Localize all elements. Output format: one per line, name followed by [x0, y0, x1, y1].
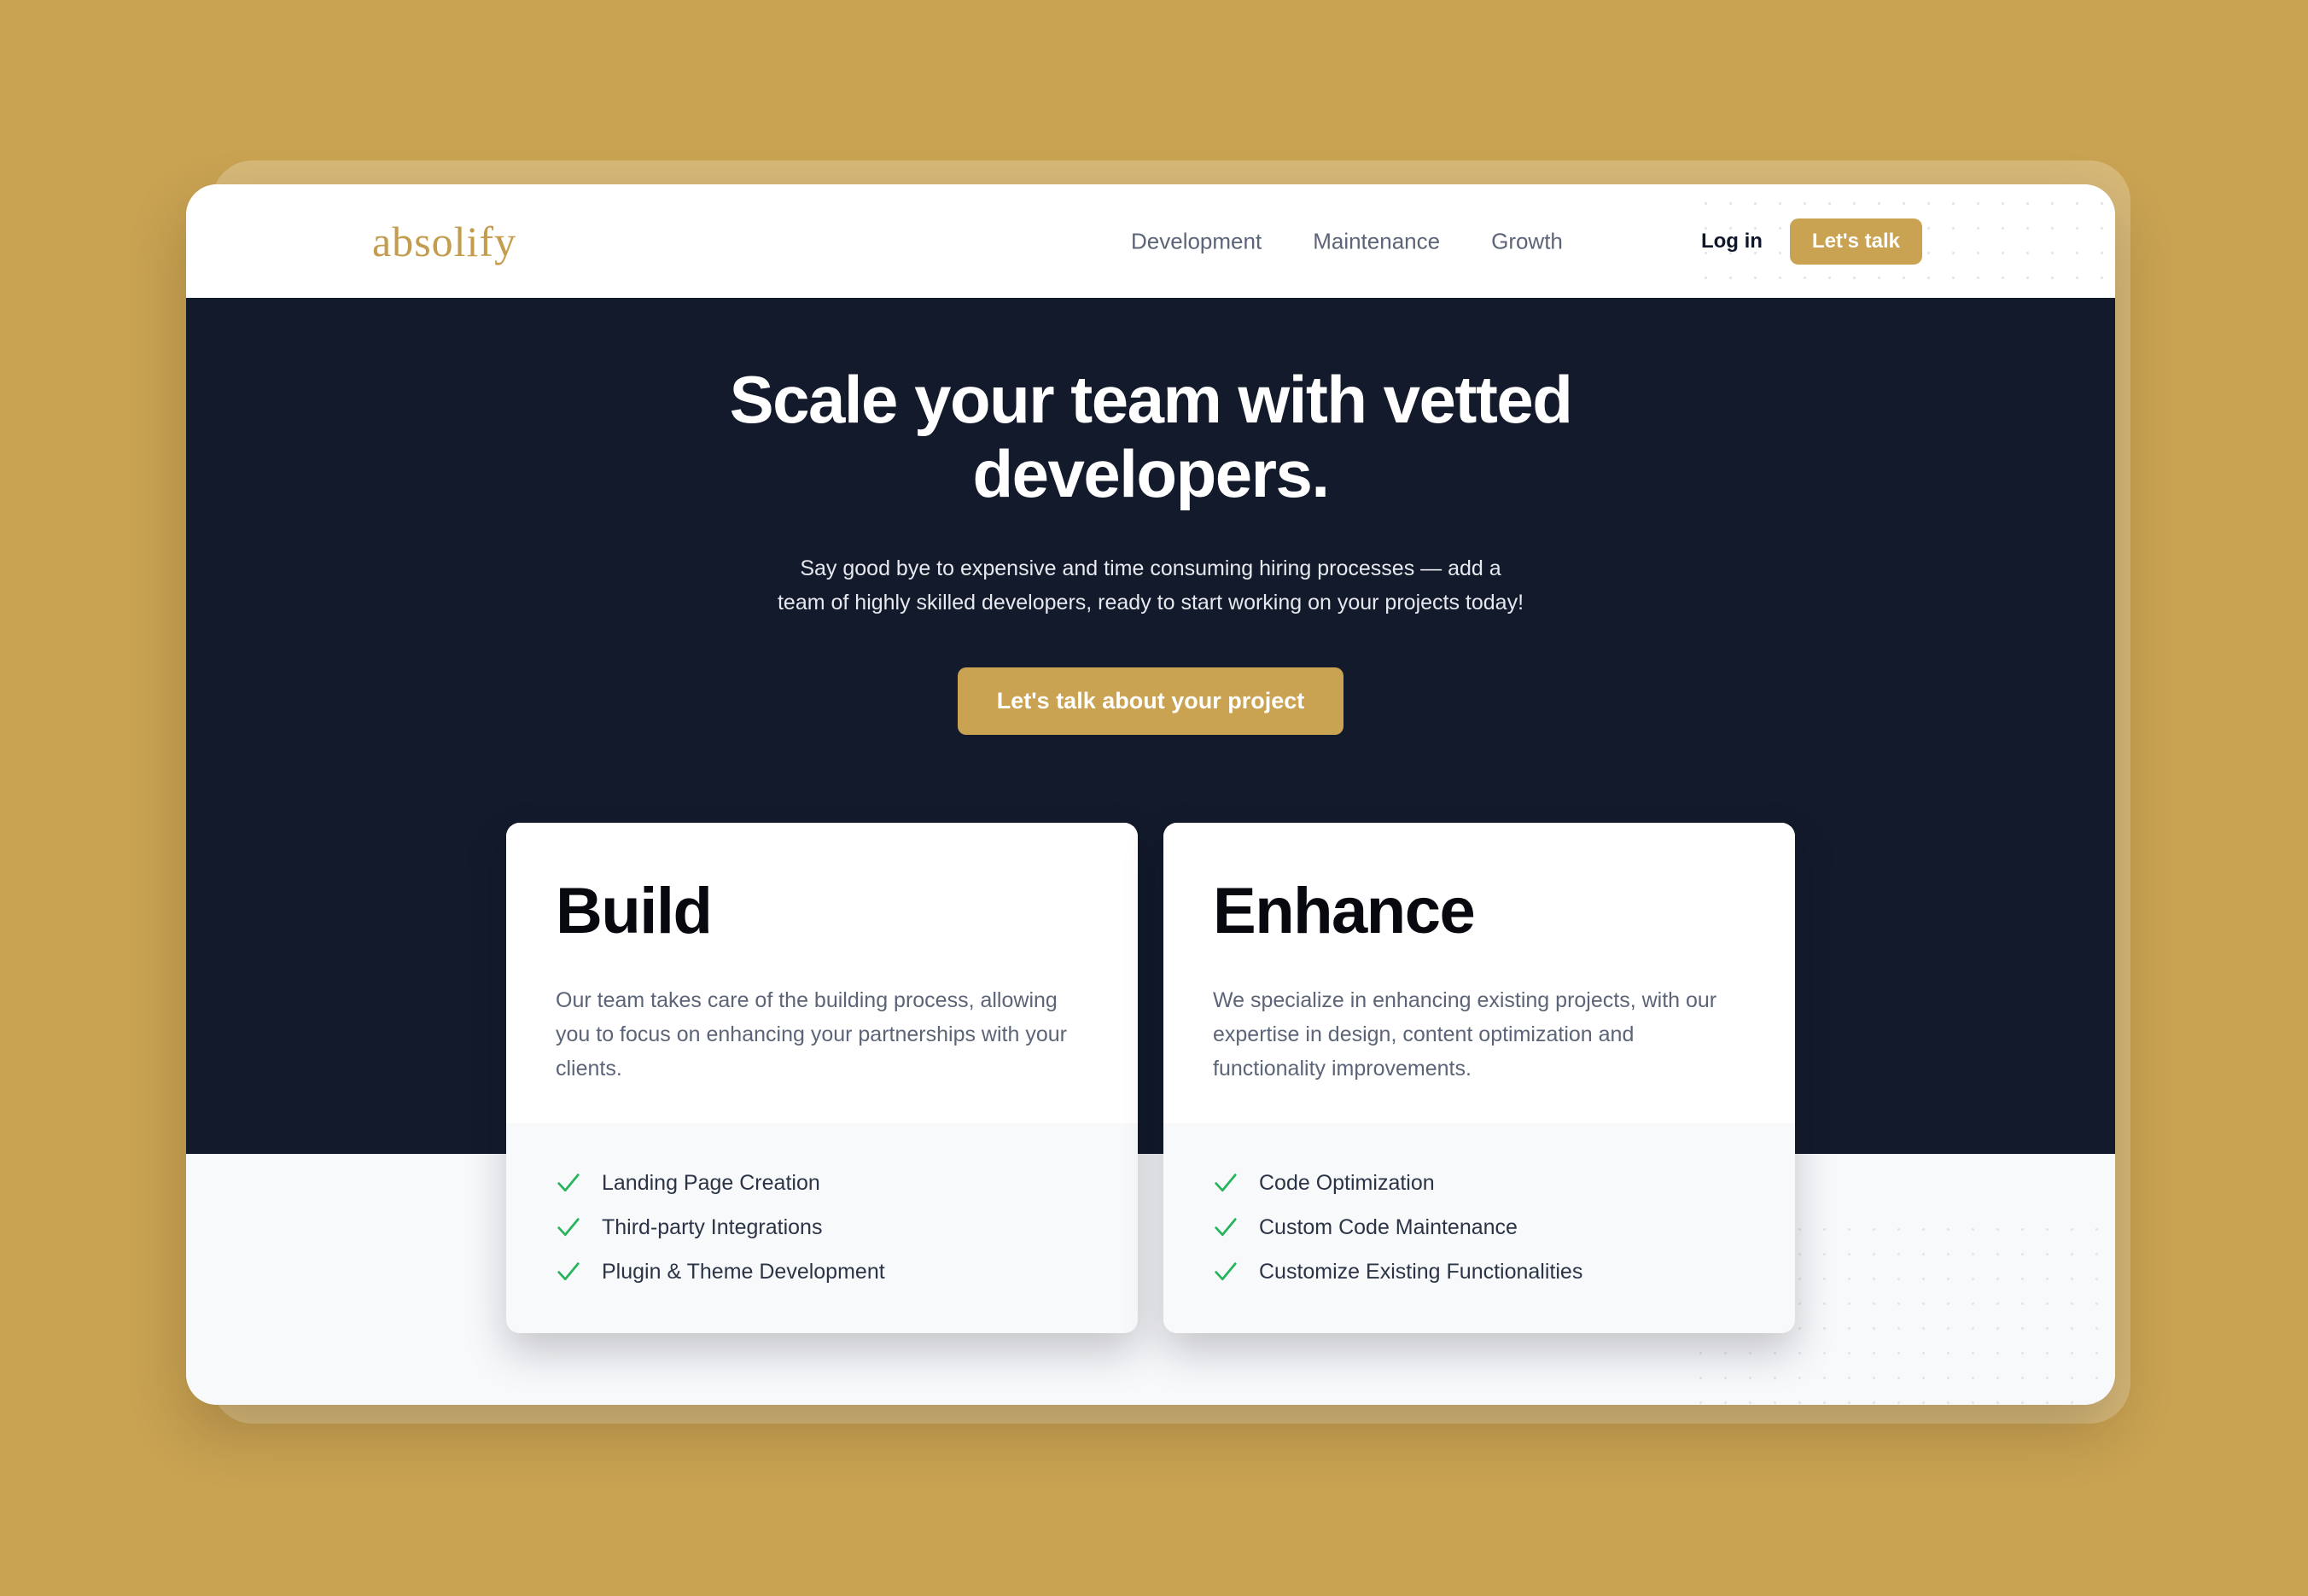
check-icon: [1215, 1218, 1237, 1237]
card-header: Enhance We specialize in enhancing exist…: [1163, 823, 1795, 1123]
site-header: absolify Development Maintenance Growth …: [186, 184, 2115, 298]
lets-talk-button[interactable]: Let's talk: [1789, 218, 1922, 265]
check-icon: [1215, 1262, 1237, 1281]
list-item-label: Customize Existing Functionalities: [1259, 1259, 1583, 1284]
card-feature-list: Code Optimization Custom Code Maintenanc…: [1163, 1123, 1795, 1333]
nav-item-maintenance[interactable]: Maintenance: [1313, 228, 1440, 254]
card-title: Enhance: [1213, 875, 1476, 947]
card-description: We specialize in enhancing existing proj…: [1213, 988, 1717, 1081]
list-item: Custom Code Maintenance: [1213, 1205, 1746, 1249]
list-item-label: Third-party Integrations: [602, 1214, 823, 1239]
check-icon: [557, 1218, 580, 1237]
main-nav: Development Maintenance Growth: [1131, 228, 1563, 254]
list-item-label: Landing Page Creation: [602, 1170, 820, 1195]
feature-card-build[interactable]: Build Our team takes care of the buildin…: [506, 823, 1138, 1333]
list-item: Landing Page Creation: [556, 1161, 1088, 1205]
list-item: Plugin & Theme Development: [556, 1249, 1088, 1294]
check-icon: [557, 1174, 580, 1192]
feature-card-enhance[interactable]: Enhance We specialize in enhancing exist…: [1163, 823, 1795, 1333]
hero-cta-button[interactable]: Let's talk about your project: [957, 667, 1344, 735]
card-header: Build Our team takes care of the buildin…: [506, 823, 1138, 1123]
check-icon: [557, 1262, 580, 1281]
list-item-label: Custom Code Maintenance: [1259, 1214, 1518, 1239]
hero-title: Scale your team with vetted developers.: [729, 362, 1573, 512]
card-description: Our team takes care of the building proc…: [556, 988, 1067, 1081]
list-item: Customize Existing Functionalities: [1213, 1249, 1746, 1294]
hero-section: Scale your team with vetted developers. …: [186, 298, 2115, 1154]
login-link[interactable]: Log in: [1701, 230, 1763, 253]
hero-subtitle: Say good bye to expensive and time consu…: [777, 556, 1524, 615]
list-item: Code Optimization: [1213, 1161, 1746, 1205]
check-icon: [1215, 1174, 1237, 1192]
header-actions: Log in Let's talk: [1701, 218, 1922, 265]
browser-window: absolify Development Maintenance Growth …: [186, 184, 2115, 1405]
list-item-label: Plugin & Theme Development: [602, 1259, 885, 1284]
card-feature-list: Landing Page Creation Third-party Integr…: [506, 1123, 1138, 1333]
card-title: Build: [556, 875, 713, 947]
list-item: Third-party Integrations: [556, 1205, 1088, 1249]
nav-item-growth[interactable]: Growth: [1491, 228, 1563, 254]
lower-section: [186, 1154, 2115, 1405]
nav-item-development[interactable]: Development: [1131, 228, 1262, 254]
list-item-label: Code Optimization: [1259, 1170, 1435, 1195]
brand-logo[interactable]: absolify: [372, 220, 516, 263]
